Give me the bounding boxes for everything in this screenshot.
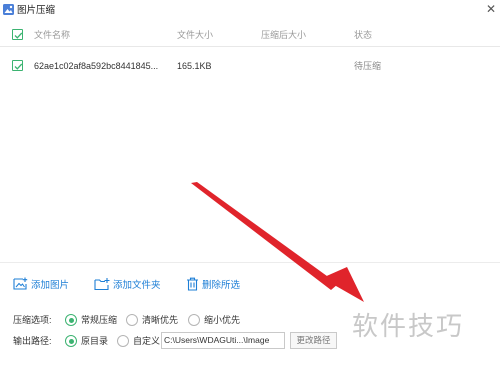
column-header-size[interactable]: 文件大小 (177, 23, 213, 47)
add-image-icon (13, 277, 28, 290)
radio-custom-directory[interactable] (117, 335, 129, 347)
delete-selected-label: 删除所选 (202, 280, 241, 291)
radio-clarity-first[interactable] (126, 314, 138, 326)
app-icon (3, 3, 14, 15)
radio-custom-directory-label[interactable]: 自定义 (133, 332, 160, 350)
check-icon (14, 63, 23, 70)
add-folder-button[interactable]: 添加文件夹 (94, 275, 161, 293)
add-image-button[interactable]: 添加图片 (13, 275, 69, 293)
watermark-text: 软件技巧 (352, 312, 465, 342)
close-icon: ✕ (485, 2, 497, 16)
close-button[interactable]: ✕ (482, 0, 500, 18)
status-text: 待压缩 (354, 61, 382, 71)
add-folder-icon (94, 278, 110, 291)
table-header: 文件名称 文件大小 压缩后大小 状态 (0, 23, 500, 47)
change-path-button[interactable]: 更改路径 (290, 332, 337, 349)
radio-original-directory-label[interactable]: 原目录 (81, 332, 108, 350)
table-row[interactable]: 62ae1c02af8a592bc8441845... 165.1KB 待压缩 (0, 54, 500, 78)
radio-normal-compression[interactable] (65, 314, 77, 326)
action-toolbar: 添加图片 添加文件夹 删除所选 (0, 275, 500, 293)
radio-original-directory[interactable] (65, 335, 77, 347)
radio-size-first[interactable] (188, 314, 200, 326)
divider (0, 262, 500, 263)
row-checkbox[interactable] (12, 60, 23, 71)
output-path-label: 输出路径: (13, 336, 52, 346)
file-size: 165.1KB (177, 61, 212, 71)
compression-options-label: 压缩选项: (13, 315, 52, 325)
title-bar: 图片压缩 ✕ (0, 0, 500, 18)
radio-normal-compression-label[interactable]: 常规压缩 (81, 311, 117, 329)
column-header-status[interactable]: 状态 (354, 23, 372, 47)
column-header-compressed-size[interactable]: 压缩后大小 (261, 23, 306, 47)
file-name: 62ae1c02af8a592bc8441845... (34, 61, 159, 71)
select-all-checkbox[interactable] (12, 29, 23, 40)
trash-icon (187, 277, 198, 291)
add-image-label: 添加图片 (31, 280, 70, 291)
delete-selected-button[interactable]: 删除所选 (186, 275, 240, 293)
radio-clarity-first-label[interactable]: 清晰优先 (142, 311, 178, 329)
column-header-name[interactable]: 文件名称 (34, 23, 70, 47)
window-title: 图片压缩 (17, 5, 56, 16)
check-icon (14, 32, 23, 39)
radio-size-first-label[interactable]: 缩小优先 (204, 311, 240, 329)
add-folder-label: 添加文件夹 (113, 280, 161, 291)
output-path-field[interactable]: C:\Users\WDAGUti...\Image (161, 332, 285, 349)
